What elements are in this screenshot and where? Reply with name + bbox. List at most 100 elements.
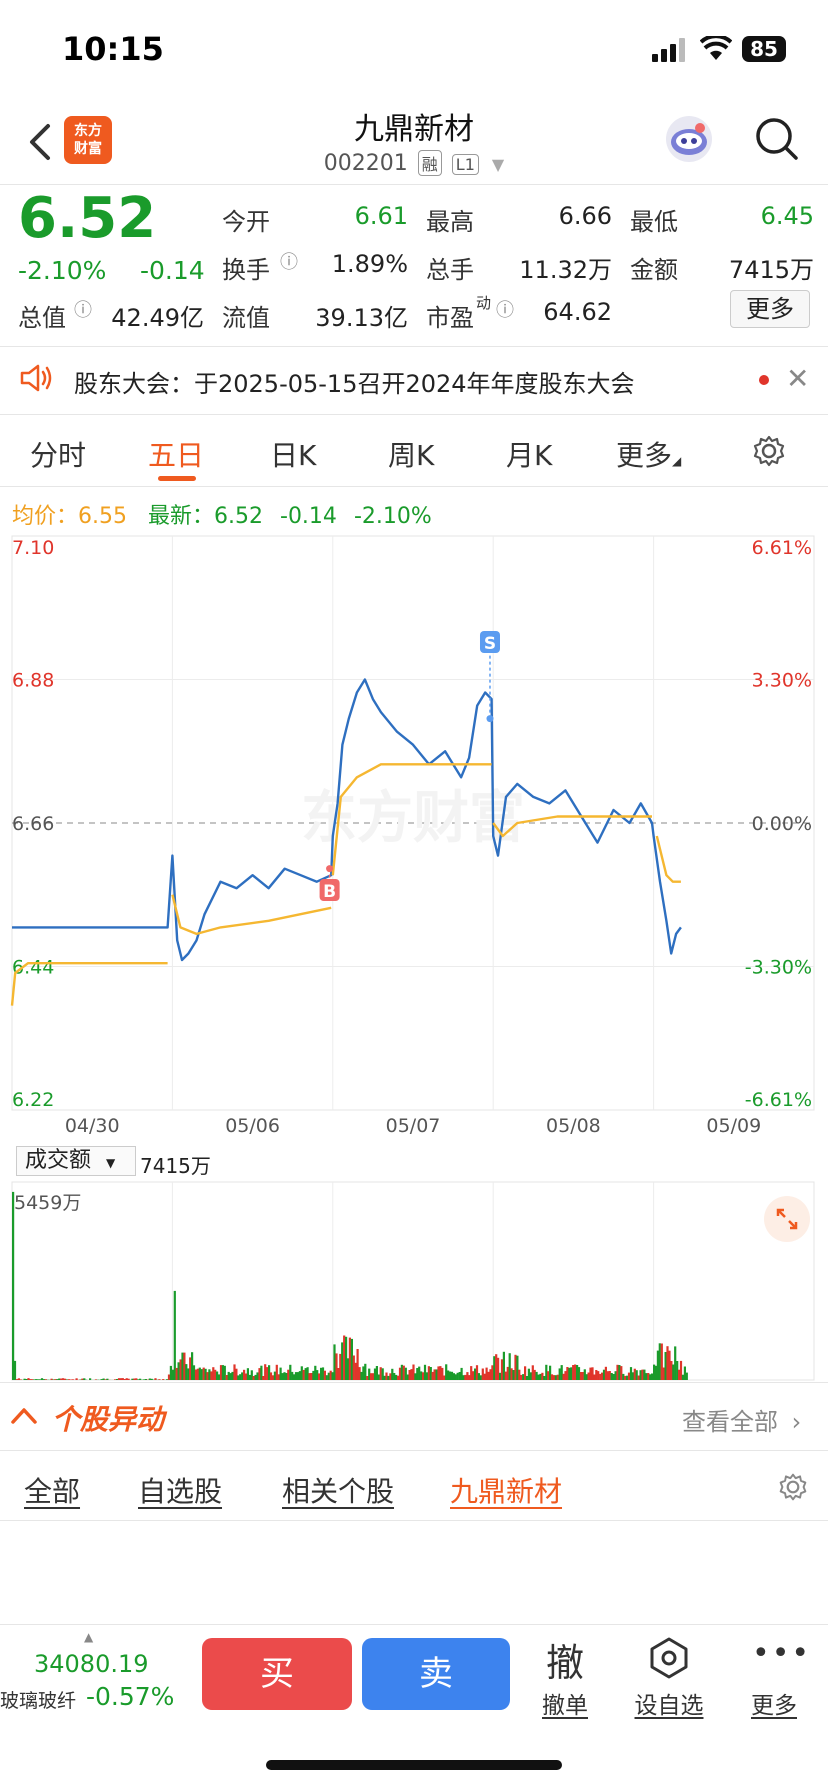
volume-bar	[331, 1372, 334, 1380]
volume-bar	[500, 1359, 504, 1380]
trade-marker-label: B	[323, 882, 336, 902]
filter-related[interactable]: 相关个股	[282, 1470, 394, 1510]
more-quote-button[interactable]: 更多	[730, 290, 810, 328]
volume-bar	[535, 1371, 538, 1380]
volume-bar	[229, 1373, 232, 1380]
volume-metric-select[interactable]: 成交额 ▼	[16, 1146, 136, 1176]
filter-watchlist[interactable]: 自选股	[138, 1470, 222, 1510]
info-icon[interactable]: ⓘ	[74, 296, 92, 322]
tab-daily-k[interactable]: 日K	[270, 434, 316, 474]
volume-bar	[599, 1373, 602, 1380]
settings-gear-icon[interactable]	[778, 1472, 808, 1502]
five-day-price-chart[interactable]: 东方财富7.10 6.61%6.88 3.30%6.66 0.00%6.44 -3.30…	[0, 530, 828, 1140]
volume-bar	[616, 1364, 619, 1380]
tab-weekly-k[interactable]: 周K	[388, 434, 434, 474]
volume-bar	[674, 1346, 677, 1380]
sector-index-value[interactable]: 34080.19	[34, 1650, 149, 1678]
close-icon[interactable]: ✕	[786, 362, 809, 395]
filter-all[interactable]: 全部	[24, 1470, 80, 1510]
volume-bar	[639, 1370, 642, 1380]
volume-bar	[612, 1374, 615, 1380]
volume-bar	[495, 1354, 498, 1380]
volume-bar	[13, 1360, 17, 1380]
volume-bar	[191, 1352, 194, 1380]
volume-bar	[602, 1369, 606, 1380]
add-watchlist-button[interactable]: 设自选	[624, 1686, 714, 1720]
volume-bar	[306, 1367, 309, 1380]
chevron-up-icon[interactable]	[10, 1404, 38, 1426]
divider	[0, 486, 828, 487]
volume-bar	[472, 1371, 475, 1380]
info-icon[interactable]: ⓘ	[280, 248, 298, 274]
volume-bar	[629, 1367, 633, 1380]
volume-bar	[135, 1378, 138, 1380]
volume-bar	[604, 1366, 607, 1380]
filter-this-stock[interactable]: 九鼎新材	[450, 1470, 562, 1510]
volume-bar	[554, 1375, 557, 1380]
volume-bar	[631, 1372, 634, 1380]
volume-bar	[649, 1374, 652, 1380]
low-value: 6.45	[760, 202, 814, 230]
tab-intraday[interactable]: 分时	[30, 434, 86, 474]
back-icon[interactable]	[22, 118, 62, 166]
volume-bar	[233, 1364, 236, 1380]
assistant-robot-icon[interactable]	[666, 116, 712, 162]
notice-text[interactable]: 股东大会：于2025-05-15召开2024年年度股东大会	[74, 364, 635, 399]
volume-bar	[533, 1369, 536, 1380]
volume-bar	[62, 1378, 65, 1380]
unread-dot	[759, 375, 769, 385]
volume-bar	[154, 1378, 157, 1380]
more-button[interactable]: 更多	[744, 1686, 804, 1720]
volume-bar	[466, 1372, 469, 1380]
volume-bar	[273, 1371, 276, 1380]
expand-icon[interactable]	[764, 1196, 810, 1242]
sector-index-name[interactable]: 玻璃玻纤	[0, 1686, 76, 1713]
volume-bar	[608, 1371, 611, 1380]
volume-bar	[660, 1343, 663, 1380]
dropdown-icon[interactable]: ▼	[492, 155, 504, 174]
tab-more-label: 更多	[616, 439, 673, 472]
volume-bar	[431, 1371, 434, 1380]
sell-button[interactable]: 卖	[362, 1638, 510, 1710]
volume-bar	[620, 1366, 623, 1380]
volume-bar	[481, 1368, 484, 1380]
volume-bar	[119, 1378, 122, 1380]
tab-monthly-k[interactable]: 月K	[506, 434, 552, 474]
volume-chart[interactable]	[0, 1178, 828, 1382]
volume-bar	[656, 1350, 659, 1380]
volume-bar	[27, 1378, 30, 1380]
cancel-order-button[interactable]: 撤单	[530, 1686, 600, 1720]
search-icon[interactable]	[752, 114, 800, 162]
tab-more[interactable]: 更多◢	[616, 434, 681, 474]
caret-up-icon[interactable]: ▲	[84, 1630, 93, 1644]
volume-bar	[423, 1364, 427, 1380]
volume-bar	[362, 1366, 365, 1380]
settings-gear-icon[interactable]	[752, 434, 786, 468]
divider	[0, 414, 828, 415]
volume-bar	[622, 1373, 625, 1380]
volume-bar	[235, 1368, 238, 1380]
logo-text-top: 东方	[74, 123, 102, 139]
home-indicator	[266, 1760, 562, 1770]
cancel-order-icon[interactable]: 撤	[540, 1632, 590, 1687]
view-all-link[interactable]: 查看全部 ›	[682, 1402, 801, 1437]
tab-five-day[interactable]: 五日	[148, 434, 204, 474]
volume-bar	[300, 1366, 303, 1380]
avg-label: 均价：	[12, 504, 79, 529]
volume-bar	[654, 1365, 658, 1380]
volume-bar	[169, 1365, 172, 1380]
volume-bar	[38, 1379, 42, 1380]
volume-bar	[398, 1367, 402, 1380]
volume-bar	[549, 1365, 552, 1380]
stock-code-row[interactable]: 002201 融 L1 ▼	[250, 150, 578, 176]
volume-bar	[510, 1368, 513, 1380]
more-dots-icon[interactable]: •••	[752, 1636, 809, 1671]
volume-bar	[568, 1367, 571, 1380]
volume-bar	[54, 1379, 57, 1380]
buy-button[interactable]: 买	[202, 1638, 352, 1710]
volume-bar	[685, 1372, 688, 1380]
volume-bar	[537, 1374, 540, 1380]
add-watchlist-icon[interactable]	[647, 1636, 691, 1680]
volume-bar	[504, 1371, 507, 1380]
volume-bar	[44, 1379, 47, 1380]
